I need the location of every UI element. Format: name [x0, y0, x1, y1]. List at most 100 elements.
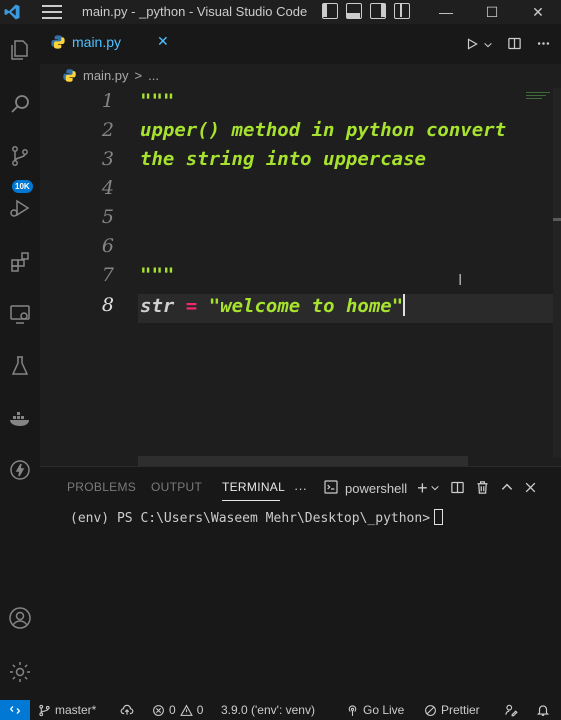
close-window-button[interactable]: ✕ [515, 0, 561, 24]
minimap[interactable] [526, 92, 550, 102]
active-tab-indicator [222, 500, 280, 501]
customize-layout-icon[interactable] [394, 3, 410, 19]
chevron-down-icon[interactable] [430, 481, 440, 496]
scrollbar-thumb[interactable] [553, 218, 561, 221]
new-terminal-button[interactable]: + [417, 478, 428, 499]
menu-icon[interactable] [42, 5, 62, 19]
testing-icon[interactable] [6, 352, 34, 380]
branch-indicator[interactable]: master* [38, 703, 96, 717]
line-number: 6 [101, 235, 114, 257]
code-text: """ [140, 264, 175, 286]
title-bar: main.py - _python - Visual Studio Code —… [0, 0, 561, 24]
line-number: 1 [101, 90, 114, 112]
code-line: 3 the string into uppercase [40, 148, 561, 177]
split-editor-icon[interactable] [507, 36, 522, 54]
terminal-prompt: (env) PS C:\Users\Waseem Mehr\Desktop\_p… [70, 511, 431, 526]
activity-bar: 10K [0, 24, 40, 700]
tab-label: main.py [72, 33, 122, 50]
horizontal-scrollbar[interactable] [138, 456, 468, 466]
terminal-icon [323, 479, 339, 498]
go-live-button[interactable]: Go Live [346, 703, 404, 717]
branch-name: master* [55, 703, 97, 717]
go-live-label: Go Live [363, 703, 405, 717]
code-operator: = [185, 295, 198, 317]
docker-icon[interactable] [6, 404, 34, 432]
code-line: 4 [40, 177, 561, 206]
code-line: 2 upper() method in python convert [40, 119, 561, 148]
maximize-button[interactable]: ☐ [469, 0, 515, 24]
code-string: "welcome to home" [208, 295, 404, 317]
run-python-file-icon[interactable] [465, 37, 479, 54]
tab-main-py[interactable]: main.py ✕ [50, 33, 169, 50]
code-text: the string into uppercase [140, 148, 426, 170]
problems-indicator[interactable]: 0 0 [152, 703, 203, 717]
vertical-scrollbar[interactable] [553, 88, 561, 458]
run-debug-icon[interactable] [6, 194, 34, 222]
tab-problems[interactable]: PROBLEMS [67, 480, 136, 494]
terminal-output[interactable]: (env) PS C:\Users\Waseem Mehr\Desktop\_p… [70, 509, 444, 526]
error-icon [153, 704, 164, 716]
warning-icon [179, 704, 193, 716]
python-interpreter[interactable]: 3.9.0 ('env': venv) [221, 703, 315, 717]
prohibited-icon [425, 704, 436, 716]
toggle-primary-sidebar-icon[interactable] [322, 3, 338, 19]
tab-output[interactable]: OUTPUT [151, 480, 202, 494]
minimize-button[interactable]: — [423, 0, 469, 24]
shell-name[interactable]: powershell [345, 481, 407, 496]
code-line-active: 8 str = "welcome to home" [40, 294, 561, 323]
feedback-icon[interactable] [504, 703, 518, 717]
settings-gear-icon[interactable] [6, 658, 34, 686]
search-icon[interactable] [6, 90, 34, 118]
trash-icon[interactable] [475, 480, 490, 498]
window-title: main.py - _python - Visual Studio Code [82, 4, 308, 19]
remote-icon [10, 706, 20, 714]
code-text: str = "welcome to home" [140, 294, 406, 317]
remote-indicator[interactable] [0, 700, 30, 720]
code-text: upper() method in python convert [140, 119, 507, 141]
prettier-label: Prettier [441, 703, 480, 717]
tab-close-button[interactable]: ✕ [157, 33, 169, 50]
warning-count: 0 [196, 703, 204, 717]
more-actions-icon[interactable] [536, 36, 551, 54]
vscode-logo-icon [0, 0, 24, 24]
error-count: 0 [169, 703, 176, 717]
code-line: 6 [40, 235, 561, 264]
account-icon[interactable] [6, 604, 34, 632]
terminal-cursor [434, 509, 444, 525]
tab-terminal[interactable]: TERMINAL [222, 480, 285, 494]
mouse-ibeam-cursor: Ι [458, 272, 463, 289]
cloud-upload-icon [120, 704, 134, 715]
toggle-panel-icon[interactable] [346, 3, 362, 19]
code-line: 5 [40, 206, 561, 235]
python-file-icon [51, 34, 65, 49]
text-cursor [403, 294, 406, 316]
scm-badge: 10K [12, 180, 33, 193]
sync-button[interactable] [120, 703, 134, 717]
chevron-down-icon[interactable] [483, 37, 493, 53]
code-variable: str [140, 295, 175, 317]
code-text: """ [140, 90, 175, 112]
line-number: 4 [101, 177, 114, 199]
bottom-panel: PROBLEMS OUTPUT TERMINAL ··· powershell … [40, 466, 561, 700]
code-editor[interactable]: 1 """ 2 upper() method in python convert… [40, 88, 561, 458]
prettier-button[interactable]: Prettier [424, 703, 480, 717]
close-panel-icon[interactable] [524, 481, 537, 497]
code-line: 7 """ [40, 264, 561, 293]
maximize-panel-icon[interactable] [500, 480, 514, 497]
breadcrumb-more[interactable]: ... [148, 68, 159, 83]
source-control-icon[interactable] [6, 142, 34, 170]
remote-explorer-icon[interactable] [6, 300, 34, 328]
lightning-icon[interactable] [6, 456, 34, 484]
extensions-icon[interactable] [6, 248, 34, 276]
breadcrumb-file[interactable]: main.py [83, 68, 129, 83]
panel-more-button[interactable]: ··· [294, 481, 307, 496]
toggle-secondary-sidebar-icon[interactable] [370, 3, 386, 19]
git-branch-icon [39, 704, 50, 716]
line-number: 2 [101, 119, 114, 141]
code-line: 1 """ [40, 90, 561, 119]
notifications-bell-icon[interactable] [536, 703, 550, 717]
split-terminal-icon[interactable] [450, 480, 465, 498]
line-number: 5 [101, 206, 114, 228]
explorer-icon[interactable] [6, 36, 34, 64]
breadcrumb: main.py > ... [62, 68, 159, 83]
